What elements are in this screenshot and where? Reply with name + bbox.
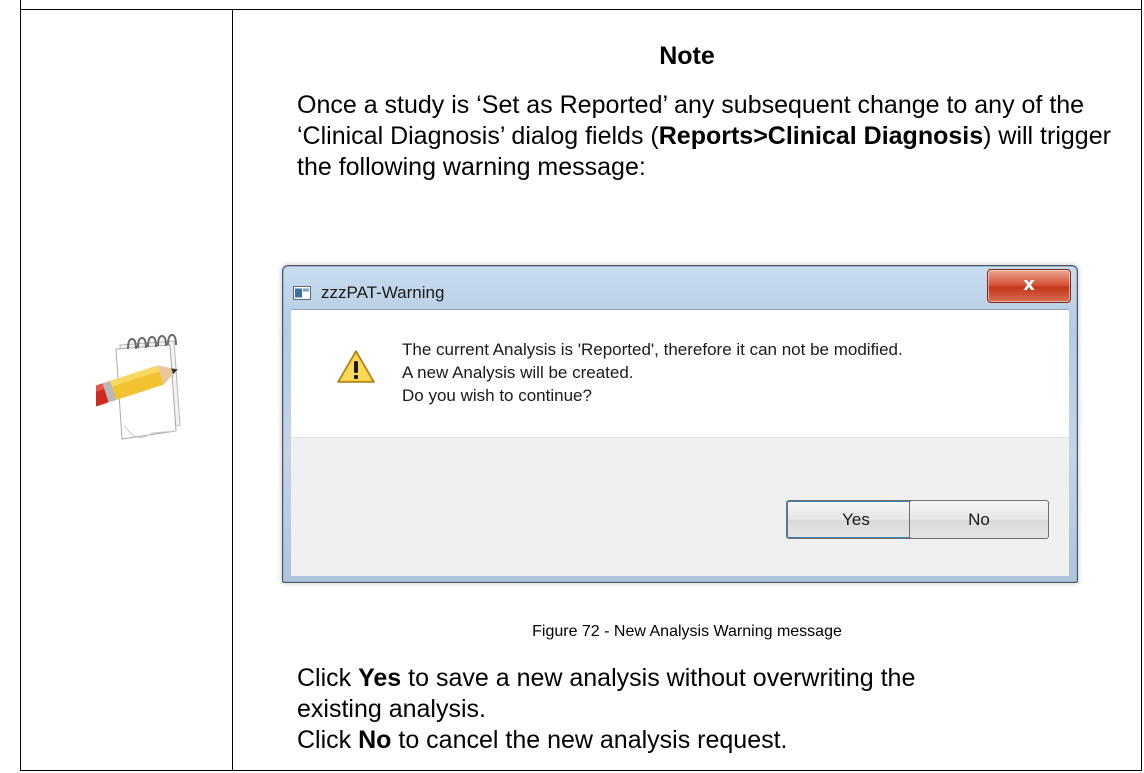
note-title: Note	[659, 42, 715, 70]
instruction-line-yes: Click Yes to save a new analysis without…	[297, 663, 1142, 694]
instruction-text: Click	[297, 664, 359, 692]
dialog-button-bar: Yes No	[291, 437, 1069, 576]
instruction-no-bold: No	[358, 726, 392, 754]
app-window-icon	[293, 286, 311, 300]
instruction-yes-bold: Yes	[358, 664, 402, 692]
intro-menu-path: Reports>Clinical Diagnosis	[658, 122, 984, 150]
instruction-text: to cancel the new analysis request.	[391, 726, 788, 754]
table-column-divider	[232, 9, 233, 771]
instruction-text: Click	[297, 726, 359, 754]
dialog-body: The current Analysis is 'Reported', ther…	[291, 309, 1069, 438]
instruction-line-continued: existing analysis.	[297, 695, 486, 723]
message-line: Do you wish to continue?	[402, 386, 592, 405]
dialog-close-button[interactable]: x	[987, 269, 1071, 303]
warning-icon	[336, 349, 376, 385]
yes-button[interactable]: Yes	[786, 500, 926, 539]
message-line: A new Analysis will be created.	[402, 363, 634, 382]
table-top-border	[20, 9, 1142, 10]
dialog-message: The current Analysis is 'Reported', ther…	[402, 338, 903, 407]
instructions-paragraph: Click Yes to save a new analysis without…	[297, 663, 1142, 756]
instruction-line-no: Click No to cancel the new analysis requ…	[297, 725, 1142, 756]
dialog-title: zzzPAT-Warning	[321, 283, 445, 302]
close-icon: x	[1023, 274, 1035, 295]
instruction-text: to save a new analysis without overwriti…	[401, 664, 916, 692]
note-intro-paragraph: Once a study is ‘Set as Reported’ any su…	[297, 90, 1142, 183]
notepad-pencil-icon	[88, 305, 186, 455]
figure-caption: Figure 72 - New Analysis Warning message	[532, 623, 842, 640]
message-line: The current Analysis is 'Reported', ther…	[402, 340, 903, 359]
no-button[interactable]: No	[909, 500, 1049, 539]
dialog-titlebar: zzzPAT-Warning x	[283, 266, 1077, 310]
warning-dialog-screenshot: zzzPAT-Warning x The current Analysis is…	[282, 265, 1078, 583]
